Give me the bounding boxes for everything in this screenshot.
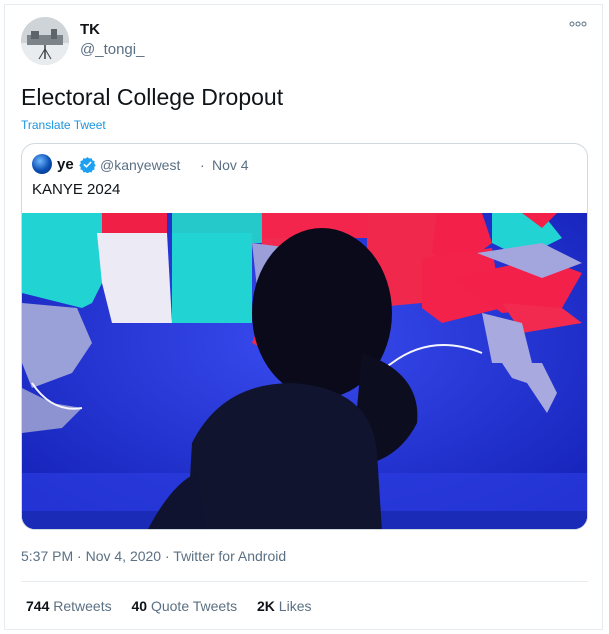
translate-tweet-link[interactable]: Translate Tweet [21,118,106,132]
likes-label: Likes [278,598,312,614]
meta-separator: · [164,548,170,564]
author-name[interactable]: TK [80,21,100,38]
tweet-date[interactable]: Nov 4, 2020 [86,548,162,564]
quote-tweets-stat[interactable]: 40 Quote Tweets [132,598,238,614]
tweet-text: Electoral College Dropout [21,84,284,110]
likes-count: 2K [257,598,275,614]
divider [21,581,588,582]
retweets-count: 744 [26,598,50,614]
quoted-author-handle[interactable]: @kanyewest [100,157,180,173]
retweets-stat[interactable]: 744 Retweets [26,598,112,614]
tweet-source[interactable]: Twitter for Android [173,548,286,564]
quoted-tweet[interactable]: ye @kanyewest · Nov 4 KANYE 2024 [21,143,588,530]
quotes-label: Quote Tweets [150,598,238,614]
quoted-author-name[interactable]: ye [57,156,74,173]
quoted-text: KANYE 2024 [32,181,121,198]
author-avatar[interactable] [21,17,69,65]
quoted-date[interactable]: Nov 4 [212,157,249,173]
likes-stat[interactable]: 2K Likes [257,598,311,614]
election-map-photo[interactable] [22,213,587,529]
tweet-meta: 5:37 PM · Nov 4, 2020 · Twitter for Andr… [21,548,286,564]
verified-badge-icon [79,156,96,174]
engagement-stats: 744 Retweets 40 Quote Tweets 2K Likes [26,598,327,614]
author-handle[interactable]: @_tongi_ [80,41,144,58]
quoted-avatar[interactable] [32,154,52,174]
tweet-time[interactable]: 5:37 PM [21,548,73,564]
quoted-separator: · [200,157,205,173]
more-options-icon[interactable] [567,18,589,34]
meta-separator: · [77,548,82,564]
retweets-label: Retweets [53,598,112,614]
quotes-count: 40 [131,598,148,614]
